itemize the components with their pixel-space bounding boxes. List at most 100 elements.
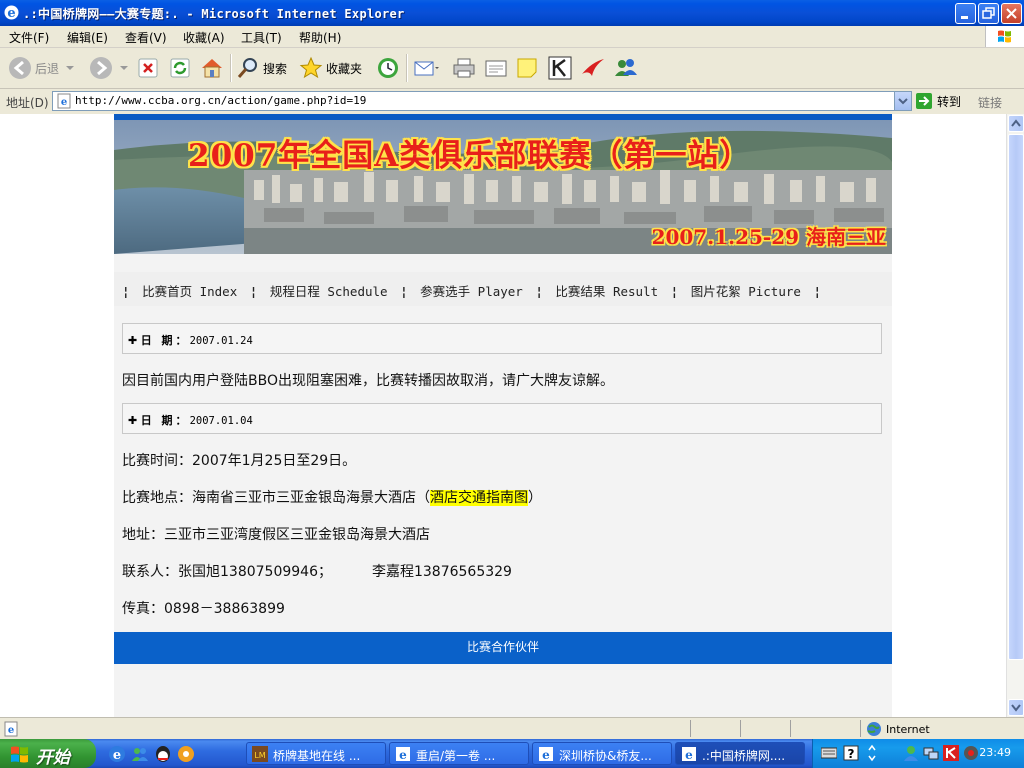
k-button[interactable] xyxy=(548,52,572,84)
address-label: 地址(D) xyxy=(6,96,49,110)
security-tray-icon[interactable] xyxy=(963,745,979,761)
tray-arrows-icon[interactable] xyxy=(867,744,877,762)
quicklaunch-ie-icon[interactable]: e xyxy=(108,745,126,763)
messenger-button[interactable] xyxy=(613,52,639,84)
keyboard-icon[interactable] xyxy=(821,746,837,760)
refresh-button[interactable] xyxy=(169,52,191,84)
address-dropdown[interactable] xyxy=(894,92,911,110)
quicklaunch-qq-icon[interactable] xyxy=(154,745,172,763)
mail-button[interactable] xyxy=(413,52,439,84)
home-icon xyxy=(202,59,222,78)
bridge-app-icon: LM xyxy=(252,746,268,762)
edit-document-icon xyxy=(485,60,507,77)
svg-text:e: e xyxy=(399,748,407,762)
dropdown-icon xyxy=(120,66,128,70)
svg-text:?: ? xyxy=(848,747,855,761)
chevron-down-icon xyxy=(1011,704,1021,712)
event-nav-links: ¦ 比赛首页 Index ¦ 规程日程 Schedule ¦ 参赛选手 Play… xyxy=(122,284,821,299)
svg-text:e: e xyxy=(7,6,15,21)
messenger-people-icon xyxy=(615,59,637,76)
news-date-box: ✚ 日 期：2007.01.24 xyxy=(122,323,882,354)
minimize-icon xyxy=(961,16,968,19)
search-icon xyxy=(237,58,257,78)
chevron-down-icon xyxy=(898,98,908,105)
dropdown-icon xyxy=(66,66,75,70)
k-tool-icon xyxy=(548,56,572,80)
vertical-scrollbar[interactable] xyxy=(1006,114,1024,717)
event-nav: ¦ 比赛首页 Index ¦ 规程日程 Schedule ¦ 参赛选手 Play… xyxy=(114,272,892,306)
nav-index-link[interactable]: 比赛首页 Index xyxy=(142,284,237,299)
favorites-button[interactable]: 收藏夹 xyxy=(299,52,362,84)
user-tray-icon[interactable] xyxy=(903,745,919,761)
antivirus-k-icon[interactable] xyxy=(943,745,959,761)
task-bridge-base[interactable]: LM 桥牌基地在线 ... xyxy=(246,742,386,765)
toolbar: 后退 搜索 收藏夹 xyxy=(0,48,1024,89)
windows-logo-icon xyxy=(11,746,28,763)
title-bar[interactable]: e .:中国桥牌网——大赛专题:. - Microsoft Internet E… xyxy=(0,0,1024,26)
status-bar: e Internet xyxy=(0,717,1024,740)
nav-schedule-link[interactable]: 规程日程 Schedule xyxy=(270,284,388,299)
note-button[interactable] xyxy=(516,52,538,84)
nav-picture-link[interactable]: 图片花絮 Picture xyxy=(691,284,801,299)
date-label: 日 期： xyxy=(140,414,190,427)
news-date-box: ✚ 日 期：2007.01.04 xyxy=(122,403,882,434)
minimize-button[interactable] xyxy=(955,3,976,24)
taskbar: 开始 e LM 桥牌基地在线 ... e 重启/第一卷 ... e 深圳桥协&桥… xyxy=(0,739,1024,768)
ie-window-icon: e xyxy=(396,747,410,762)
network-icon[interactable] xyxy=(923,745,939,761)
home-button[interactable] xyxy=(200,52,224,84)
stop-button[interactable] xyxy=(137,52,159,84)
ie-window-icon: e xyxy=(539,747,553,762)
scroll-thumb[interactable] xyxy=(1008,134,1024,660)
history-button[interactable] xyxy=(375,52,401,84)
close-button[interactable] xyxy=(1001,3,1022,24)
close-icon xyxy=(1006,8,1017,19)
menu-tools[interactable]: 工具(T) xyxy=(241,29,282,46)
search-button[interactable]: 搜索 xyxy=(236,52,287,84)
scroll-down-button[interactable] xyxy=(1008,699,1024,716)
print-button[interactable] xyxy=(452,52,476,84)
plus-icon: ✚ xyxy=(128,414,138,427)
ie-window-icon: e xyxy=(682,747,696,762)
globe-icon xyxy=(867,722,881,736)
task-restart[interactable]: e 重启/第一卷 ... xyxy=(389,742,529,765)
messenger-bird-button[interactable] xyxy=(580,52,606,84)
banner-title: 2007年全国A类俱乐部联赛（第一站） xyxy=(188,138,752,174)
restore-button[interactable] xyxy=(978,3,999,24)
svg-text:LM: LM xyxy=(254,751,265,760)
date-label: 日 期： xyxy=(140,334,190,347)
help-icon[interactable]: ? xyxy=(843,745,859,761)
go-button[interactable]: 转到 xyxy=(915,92,961,110)
edit-button[interactable] xyxy=(484,52,508,84)
menu-file[interactable]: 文件(F) xyxy=(9,29,49,46)
quicklaunch-messenger-icon[interactable] xyxy=(131,745,149,763)
page-icon: e xyxy=(57,93,71,109)
address-url: http://www.ccba.org.cn/action/game.php?i… xyxy=(75,94,367,107)
quicklaunch-media-icon[interactable] xyxy=(177,745,195,763)
nav-player-link[interactable]: 参赛选手 Player xyxy=(420,284,523,299)
task-shenzhen[interactable]: e 深圳桥协&桥友... xyxy=(532,742,672,765)
ie-logo-icon: e xyxy=(4,5,19,21)
page-content: 2007年全国A类俱乐部联赛（第一站） 2007.1.25-29 海南三亚 ¦ … xyxy=(114,114,892,717)
contact-1: 联系人：张国旭13807509946； xyxy=(122,564,332,580)
banner-date-place: 2007.1.25-29 海南三亚 xyxy=(651,225,886,249)
menu-favorites[interactable]: 收藏(A) xyxy=(183,29,225,46)
links-button[interactable]: 链接 xyxy=(978,94,1002,111)
hotel-guide-link[interactable]: 酒店交通指南图 xyxy=(430,490,528,506)
sticky-note-icon xyxy=(517,58,537,78)
favorites-star-icon xyxy=(299,56,323,79)
address-input[interactable]: e http://www.ccba.org.cn/action/game.php… xyxy=(52,91,912,111)
task-ccba-active[interactable]: e .:中国桥牌网.... xyxy=(675,742,805,765)
menu-help[interactable]: 帮助(H) xyxy=(299,29,341,46)
page-viewport: 2007年全国A类俱乐部联赛（第一站） 2007.1.25-29 海南三亚 ¦ … xyxy=(0,114,1006,717)
menu-edit[interactable]: 编辑(E) xyxy=(67,29,108,46)
start-button[interactable]: 开始 xyxy=(0,739,96,768)
partners-bar: 比赛合作伙伴 xyxy=(114,632,892,664)
back-button[interactable]: 后退 xyxy=(8,52,75,84)
forward-button[interactable] xyxy=(89,52,129,84)
scroll-up-button[interactable] xyxy=(1008,115,1024,132)
print-icon xyxy=(453,58,475,78)
svg-text:e: e xyxy=(113,748,121,763)
menu-view[interactable]: 查看(V) xyxy=(125,29,167,46)
nav-result-link[interactable]: 比赛结果 Result xyxy=(555,284,658,299)
